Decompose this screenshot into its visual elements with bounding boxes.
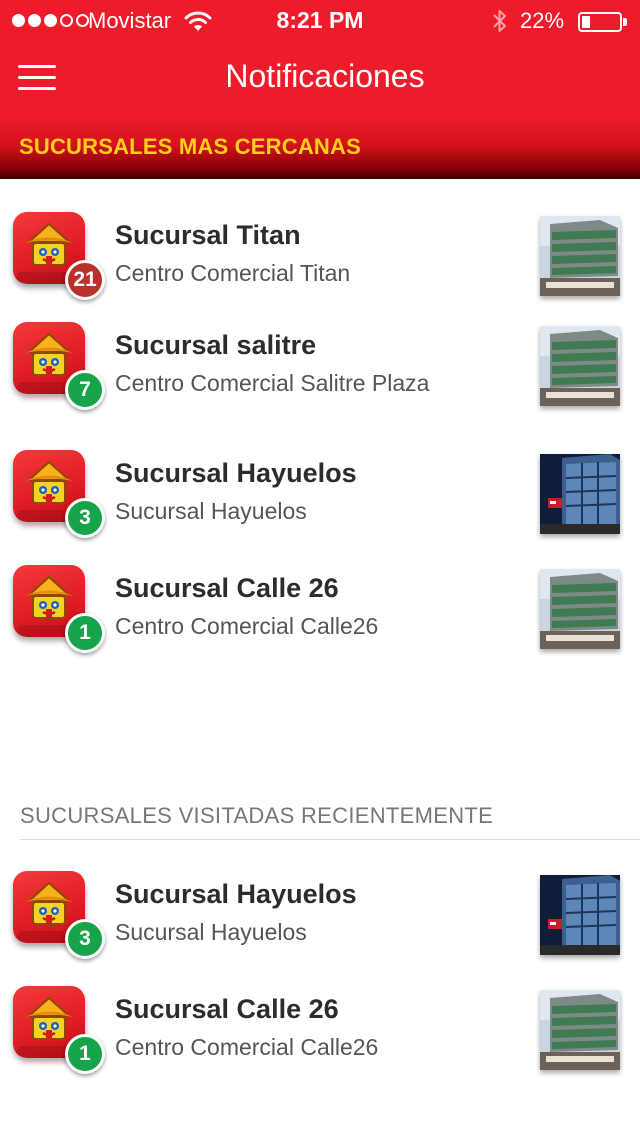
branch-location: Sucursal Hayuelos xyxy=(115,498,307,524)
notification-badge: 1 xyxy=(65,613,105,653)
notification-badge: 7 xyxy=(65,370,105,410)
nearby-section-title: SUCURSALES MAS CERCANAS xyxy=(19,134,361,159)
page-title: Notificaciones xyxy=(225,58,425,94)
branch-photo xyxy=(540,326,620,406)
branch-photo xyxy=(540,216,620,296)
battery-tip xyxy=(623,18,627,26)
list-item[interactable]: 21 Sucursal Titan Centro Comercial Titan xyxy=(0,212,640,312)
branch-photo xyxy=(540,990,620,1070)
notification-badge: 1 xyxy=(65,1034,105,1074)
branch-name: Sucursal Hayuelos xyxy=(115,458,357,488)
branch-name: Sucursal Hayuelos xyxy=(115,879,357,909)
section-divider xyxy=(20,839,640,840)
list-item[interactable]: 7 Sucursal salitre Centro Comercial Sali… xyxy=(0,322,640,422)
branch-name: Sucursal Calle 26 xyxy=(115,573,339,603)
branch-name: Sucursal salitre xyxy=(115,330,317,360)
list-item[interactable]: 1 Sucursal Calle 26 Centro Comercial Cal… xyxy=(0,565,640,665)
notification-badge: 3 xyxy=(65,919,105,959)
app-header: Movistar 8:21 PM 22% Notificaciones xyxy=(0,0,640,118)
status-bar: Movistar 8:21 PM 22% xyxy=(0,0,640,40)
nearby-section-header: SUCURSALES MAS CERCANAS xyxy=(0,118,640,179)
branch-photo xyxy=(540,454,620,534)
battery-icon xyxy=(578,12,622,32)
notification-badge: 3 xyxy=(65,498,105,538)
branch-location: Centro Comercial Calle26 xyxy=(115,1034,379,1060)
recent-section-title: SUCURSALES VISITADAS RECIENTEMENTE xyxy=(20,803,494,828)
branch-name: Sucursal Titan xyxy=(115,220,301,250)
list-item[interactable]: 1 Sucursal Calle 26 Centro Comercial Cal… xyxy=(0,986,640,1086)
branch-location: Centro Comercial Calle26 xyxy=(115,613,379,639)
branch-location: Centro Comercial Titan xyxy=(115,260,351,286)
branch-name: Sucursal Calle 26 xyxy=(115,994,339,1024)
notification-badge: 21 xyxy=(65,260,105,300)
list-item[interactable]: 3 Sucursal Hayuelos Sucursal Hayuelos xyxy=(0,450,640,550)
branch-location: Centro Comercial Salitre Plaza xyxy=(115,370,430,396)
list-item[interactable]: 3 Sucursal Hayuelos Sucursal Hayuelos xyxy=(0,871,640,971)
battery-percentage: 22% xyxy=(520,8,565,33)
branch-photo xyxy=(540,569,620,649)
branch-location: Sucursal Hayuelos xyxy=(115,919,307,945)
bluetooth-icon xyxy=(493,10,506,32)
branch-photo xyxy=(540,875,620,955)
